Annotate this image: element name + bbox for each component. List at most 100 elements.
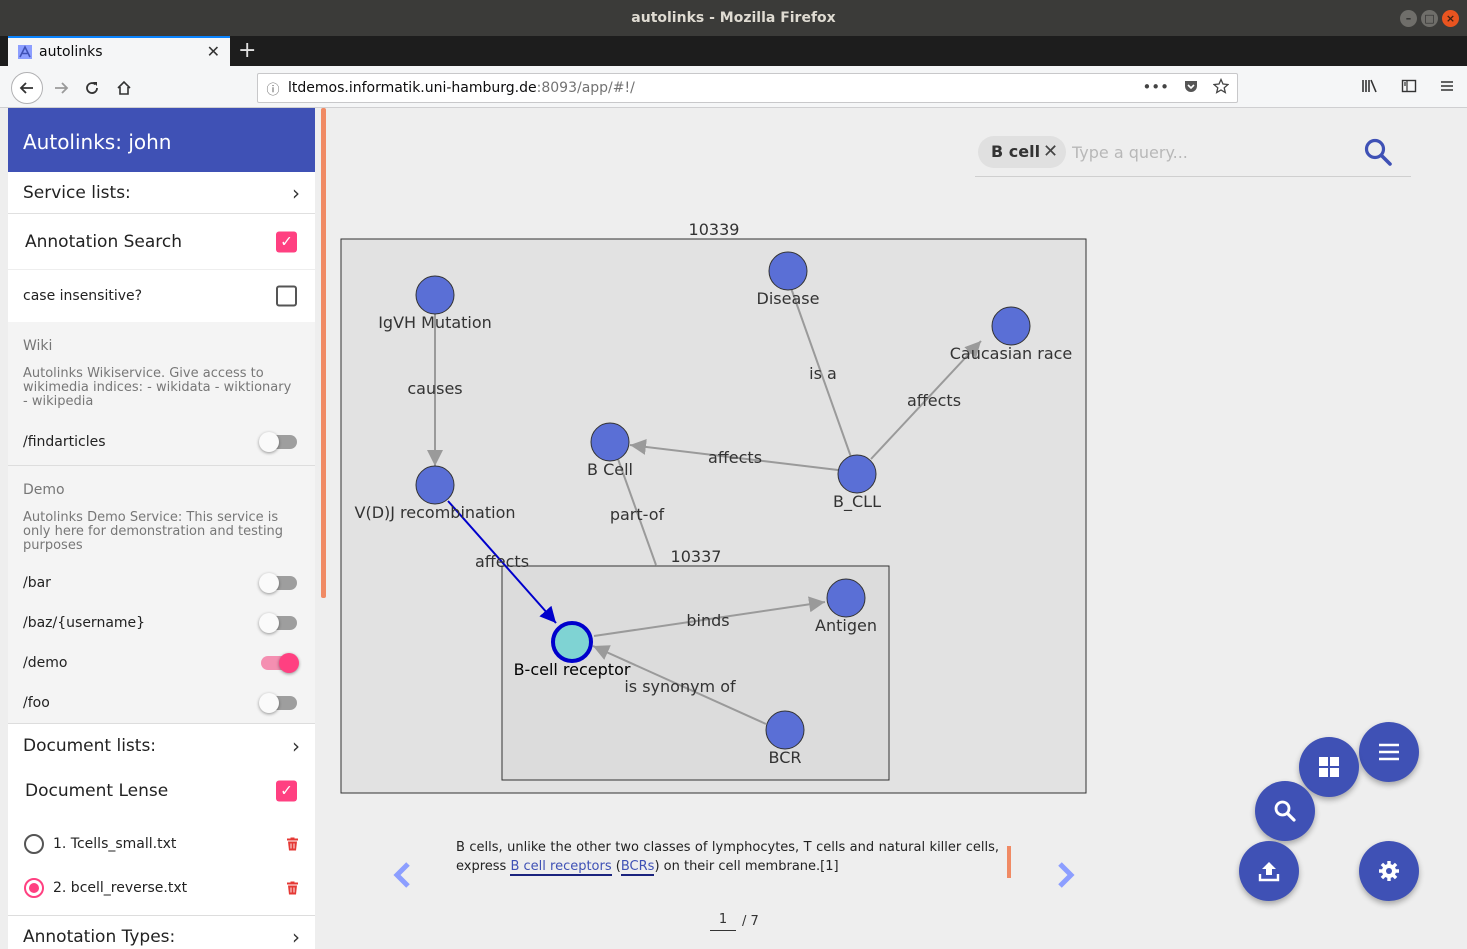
edge-label: causes: [407, 379, 462, 398]
upload-fab[interactable]: [1239, 841, 1299, 901]
forward-button[interactable]: [47, 74, 75, 102]
annotation-types-label: Annotation Types:: [23, 927, 176, 947]
service-lists-header[interactable]: Service lists: ›: [8, 172, 315, 214]
service-item-demo[interactable]: /demo: [8, 643, 315, 683]
hamburger-menu-icon[interactable]: [1439, 78, 1455, 94]
reload-button[interactable]: [78, 74, 106, 102]
group-description: Autolinks Wikiservice. Give access to wi…: [23, 366, 292, 409]
window-title: autolinks - Mozilla Firefox: [631, 10, 836, 26]
service-item-foo[interactable]: /foo: [8, 683, 315, 723]
graph-node[interactable]: [768, 251, 808, 291]
query-chip[interactable]: B cell ✕: [978, 136, 1067, 168]
edge-label: is a: [809, 364, 837, 383]
service-toggle[interactable]: [259, 613, 297, 633]
page-total: / 7: [742, 914, 759, 929]
layout-fab[interactable]: [1299, 737, 1359, 797]
graph-node[interactable]: [765, 710, 805, 750]
node-label: Antigen: [815, 616, 877, 635]
node-label: B Cell: [587, 460, 633, 479]
info-icon[interactable]: ⓘ: [258, 79, 288, 98]
node-label: B_CLL: [833, 492, 881, 512]
sidebar: Autolinks: john Service lists: › Annotat…: [8, 108, 315, 949]
chip-remove-icon[interactable]: ✕: [1043, 136, 1058, 168]
document-item[interactable]: 2. bcell_reverse.txt: [8, 866, 315, 910]
document-radio[interactable]: [24, 834, 44, 854]
document-lense-checkbox[interactable]: ✓: [276, 780, 297, 802]
library-icon[interactable]: [1361, 78, 1379, 94]
grid-icon: [1319, 757, 1339, 777]
url-text[interactable]: ltdemos.informatik.uni-hamburg.de:8093/a…: [288, 80, 635, 96]
chevron-right-icon[interactable]: [1052, 860, 1078, 890]
maximize-button[interactable]: □: [1421, 10, 1438, 27]
graph-node[interactable]: [837, 454, 877, 494]
case-insensitive-checkbox[interactable]: [276, 285, 297, 307]
bookmark-star-icon[interactable]: [1213, 78, 1229, 94]
service-item-baz[interactable]: /baz/{username}: [8, 603, 315, 643]
upload-icon: [1258, 862, 1280, 882]
tab-close-icon[interactable]: ✕: [207, 42, 220, 61]
delete-icon[interactable]: [287, 881, 298, 895]
service-toggle[interactable]: [261, 653, 299, 673]
service-item-findarticles[interactable]: /findarticles: [8, 419, 315, 465]
chevron-left-icon[interactable]: [390, 860, 416, 890]
chevron-right-icon: ›: [292, 180, 300, 205]
graph-node[interactable]: [415, 275, 455, 315]
service-lists-label: Service lists:: [23, 182, 131, 203]
annotation-search-checkbox[interactable]: ✓: [276, 231, 297, 252]
edge-label: affects: [708, 448, 762, 467]
service-toggle[interactable]: [259, 432, 297, 452]
annotation-link[interactable]: B cell receptors: [510, 859, 612, 876]
annotation-link[interactable]: BCRs: [620, 859, 655, 876]
service-toggle[interactable]: [259, 693, 297, 713]
document-radio[interactable]: [24, 878, 44, 898]
edge-label: affects: [907, 391, 961, 410]
query-input[interactable]: [1072, 139, 1332, 165]
graph-node[interactable]: [590, 422, 630, 462]
close-window-button[interactable]: ×: [1442, 10, 1459, 27]
autolinks-favicon-icon: [18, 45, 32, 59]
graph-node[interactable]: [415, 465, 455, 505]
minimize-button[interactable]: –: [1400, 10, 1417, 27]
sidebar-scrollbar[interactable]: [321, 108, 326, 598]
annotation-search-row: Annotation Search ✓: [8, 214, 315, 269]
window-titlebar: autolinks - Mozilla Firefox – □ ×: [0, 0, 1467, 36]
browser-tab[interactable]: autolinks ✕: [8, 36, 230, 66]
node-label: BCR: [769, 748, 802, 767]
service-toggle[interactable]: [259, 573, 297, 593]
page-navigator: 1 / 7: [710, 912, 759, 931]
url-bar[interactable]: ⓘ ltdemos.informatik.uni-hamburg.de:8093…: [257, 73, 1238, 103]
arrow-right-icon: [55, 82, 69, 94]
page-number-input[interactable]: 1: [710, 912, 736, 931]
home-button[interactable]: [110, 74, 138, 102]
delete-icon[interactable]: [287, 837, 298, 851]
search-fab[interactable]: [1255, 781, 1315, 841]
graph-node-highlighted[interactable]: [551, 621, 593, 663]
new-tab-button[interactable]: +: [238, 37, 256, 65]
sidebar-toggle-icon[interactable]: [1401, 78, 1417, 94]
text-cursor-marker: [1007, 846, 1011, 878]
edge-label: is synonym of: [624, 677, 736, 696]
menu-fab[interactable]: [1359, 722, 1419, 782]
service-label: /bar: [23, 575, 51, 591]
annotation-search-label: Annotation Search: [25, 231, 183, 252]
window-controls: – □ ×: [1400, 10, 1459, 27]
arrow-left-icon: [19, 82, 33, 94]
settings-fab[interactable]: [1359, 841, 1419, 901]
query-chip-label: B cell: [991, 142, 1041, 161]
annotation-types-header[interactable]: Annotation Types: ›: [8, 916, 315, 949]
graph-canvas[interactable]: 10339 10337 causes is a affects affects …: [338, 216, 1090, 796]
graph-node[interactable]: [991, 306, 1031, 346]
service-label: /findarticles: [23, 434, 106, 450]
service-item-bar[interactable]: /bar: [8, 563, 315, 603]
document-item[interactable]: 1. Tcells_small.txt: [8, 822, 315, 866]
document-lists-header[interactable]: Document lists: ›: [8, 724, 315, 768]
pocket-icon[interactable]: [1183, 78, 1199, 94]
case-insensitive-row: case insensitive?: [8, 270, 315, 322]
url-host: ltdemos.informatik.uni-hamburg.de: [288, 80, 537, 96]
search-icon[interactable]: [1363, 137, 1393, 167]
service-label: /baz/{username}: [23, 615, 146, 631]
document-text-segment: (: [611, 859, 621, 874]
graph-node[interactable]: [826, 578, 866, 618]
page-actions-icon[interactable]: •••: [1142, 78, 1169, 96]
back-button[interactable]: [11, 72, 43, 104]
